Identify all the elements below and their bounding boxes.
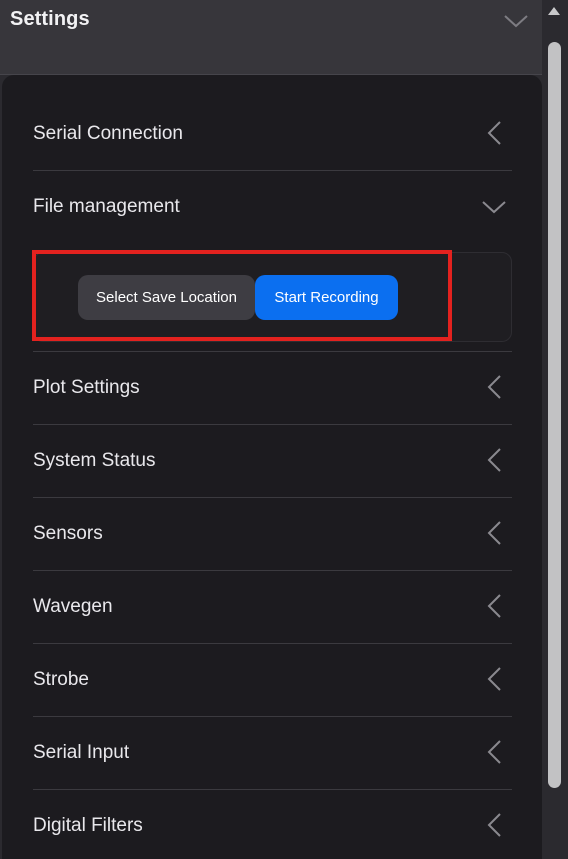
scroll-up-arrow-icon[interactable] [547,6,561,16]
section-label: Sensors [33,523,103,544]
chevron-left-icon [487,521,501,545]
section-label: Strobe [33,669,89,690]
section-label: Wavegen [33,596,113,617]
section-label: Plot Settings [33,377,140,398]
chevron-left-icon [487,813,501,837]
chevron-left-icon [487,667,501,691]
section-serial-connection[interactable]: Serial Connection [33,98,512,171]
section-label: Serial Connection [33,123,183,144]
section-label: Serial Input [33,742,130,763]
chevron-left-icon [487,740,501,764]
section-digital-filters[interactable]: Digital Filters [33,790,512,859]
chevron-left-icon [487,375,501,399]
section-plot-settings[interactable]: Plot Settings [33,352,512,425]
settings-header[interactable]: Settings [0,0,542,75]
scrollbar-thumb[interactable] [548,42,561,788]
highlight-annotation [32,250,452,341]
section-wavegen[interactable]: Wavegen [33,571,512,644]
chevron-left-icon [487,448,501,472]
chevron-left-icon [487,594,501,618]
section-label: Digital Filters [33,815,143,836]
section-label: System Status [33,450,156,471]
chevron-down-icon [482,201,506,214]
settings-window: Settings Serial Connection File manageme… [0,0,568,859]
section-system-status[interactable]: System Status [33,425,512,498]
section-serial-input[interactable]: Serial Input [33,717,512,790]
section-file-management[interactable]: File management [33,171,512,243]
section-strobe[interactable]: Strobe [33,644,512,717]
section-sensors[interactable]: Sensors [33,498,512,571]
page-title: Settings [10,8,90,30]
chevron-left-icon [487,121,501,145]
section-label: File management [33,196,180,217]
chevron-down-icon[interactable] [502,10,530,30]
